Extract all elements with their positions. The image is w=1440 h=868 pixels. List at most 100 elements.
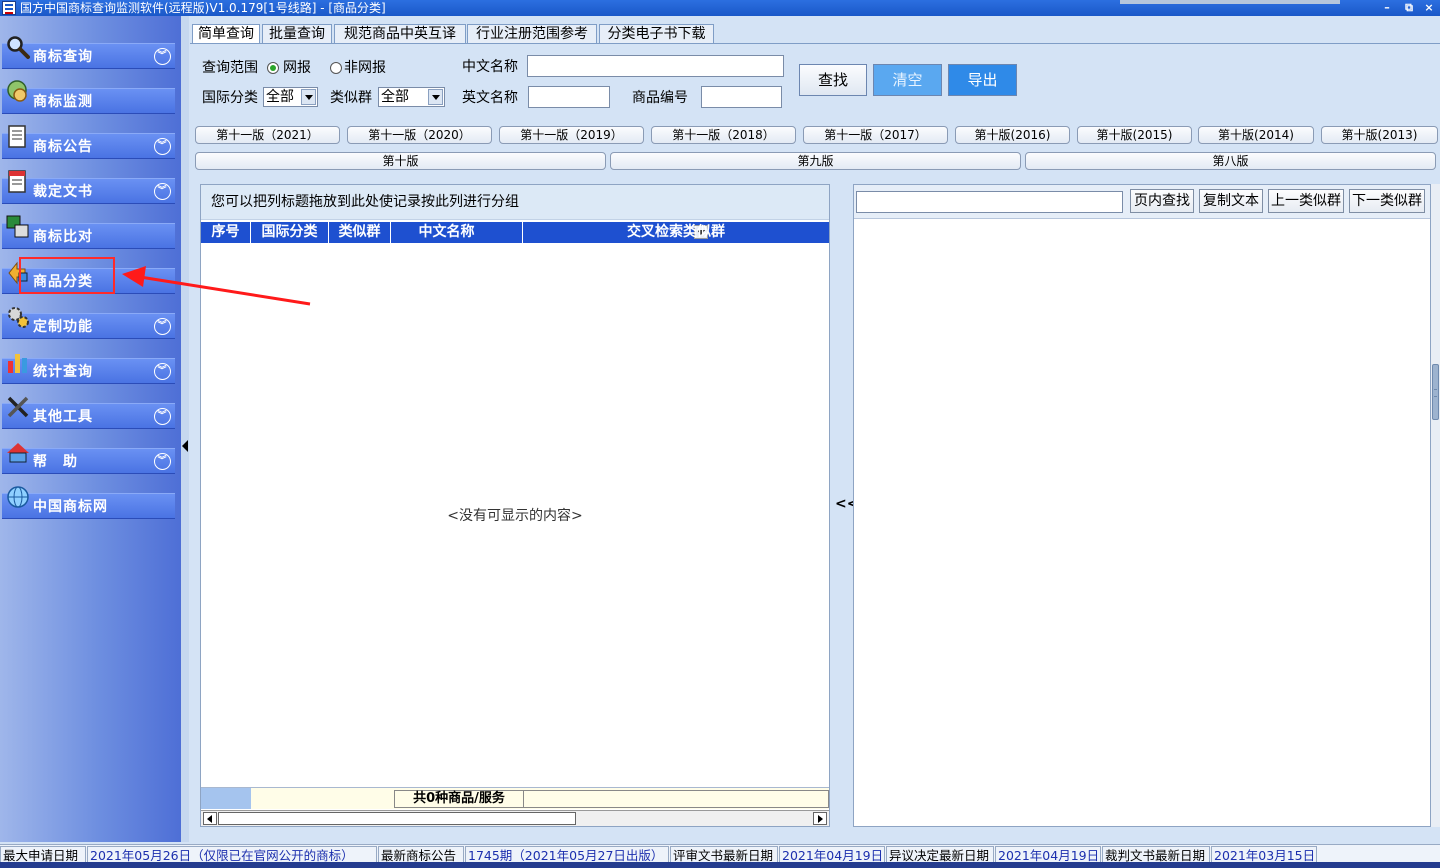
version-button[interactable]: 第十一版（2017） (803, 126, 948, 144)
sidebar-splitter[interactable] (181, 16, 189, 842)
copy-text-button[interactable]: 复制文本 (1199, 189, 1263, 213)
prev-group-button[interactable]: 上一类似群 (1268, 189, 1344, 213)
sidebar-item-statistics[interactable]: 统计查询 ︾ (2, 354, 175, 384)
scroll-right-icon[interactable] (813, 812, 827, 825)
tools-icon (7, 396, 29, 418)
intl-class-select[interactable]: 全部 (263, 87, 318, 107)
clear-button[interactable]: 清空 (873, 64, 942, 96)
version-button[interactable]: 第十版 (195, 152, 606, 170)
export-button[interactable]: 导出 (948, 64, 1017, 96)
status-value: 1745期（2021年05月27日出版） (465, 846, 669, 863)
en-name-input[interactable] (528, 86, 610, 108)
grid-header: 序号 国际分类 类似群 中文名称 交叉检索类似群 (201, 222, 829, 243)
sidebar-item-label: 中国商标网 (33, 499, 108, 515)
monitor-globe-icon (7, 80, 27, 102)
globe-icon (7, 486, 29, 508)
vertical-scrollbar[interactable] (1431, 184, 1440, 827)
status-label: 异议决定最新日期 (886, 846, 994, 863)
gears-icon (8, 307, 29, 328)
scope-online-label[interactable]: 网报 (283, 59, 311, 77)
status-label: 最大申请日期 (0, 846, 86, 863)
find-in-page-button[interactable]: 页内查找 (1130, 189, 1194, 213)
tab-simple-search[interactable]: 简单查询 (192, 24, 260, 44)
horizontal-scrollbar[interactable] (201, 810, 829, 826)
pane-splitter[interactable]: << (834, 184, 858, 827)
version-button[interactable]: 第十版(2014) (1198, 126, 1314, 144)
chevron-down-icon[interactable]: ︾ (154, 138, 171, 155)
tab-translation[interactable]: 规范商品中英互译 (334, 24, 466, 43)
notice-document-icon (8, 125, 26, 148)
document-icon (8, 170, 26, 193)
sidebar-item-trademark-notice[interactable]: 商标公告 ︾ (2, 125, 175, 159)
sidebar-item-help[interactable]: 帮 助 ︾ (2, 443, 175, 474)
version-button[interactable]: 第十一版（2018） (651, 126, 796, 144)
tab-ebook-download[interactable]: 分类电子书下载 (599, 24, 714, 43)
scroll-thumb[interactable] (218, 812, 576, 825)
status-value: 2021年04月19日 (779, 846, 885, 863)
collapse-left-icon[interactable] (182, 440, 188, 452)
scroll-left-icon[interactable] (203, 812, 217, 825)
scope-offline-label[interactable]: 非网报 (344, 59, 386, 77)
restore-icon[interactable]: ⧉ (1400, 0, 1418, 16)
page-search-input[interactable] (856, 191, 1123, 213)
version-button[interactable]: 第十一版（2020） (347, 126, 492, 144)
sidebar-item-trademark-search[interactable]: 商标查询 ︾ (2, 36, 175, 69)
sidebar-item-label: 商标比对 (33, 229, 93, 245)
version-button[interactable]: 第九版 (610, 152, 1021, 170)
cn-name-input[interactable] (527, 55, 784, 77)
scroll-thumb[interactable] (1432, 364, 1439, 420)
col-cross-search[interactable]: 交叉检索类似群 (523, 222, 829, 243)
sidebar-item-label: 商标公告 (33, 139, 93, 155)
help-house-icon (7, 443, 29, 463)
chevron-down-icon[interactable] (428, 89, 443, 105)
version-button[interactable]: 第十一版（2021） (195, 126, 340, 144)
version-button[interactable]: 第十版(2015) (1077, 126, 1192, 144)
sidebar-item-label: 其他工具 (33, 409, 93, 425)
chevron-down-icon[interactable] (301, 89, 316, 105)
taskbar (0, 862, 1440, 868)
highlight-box (19, 257, 115, 294)
compare-windows-icon (6, 215, 29, 238)
product-code-input[interactable] (701, 86, 782, 108)
similar-group-select[interactable]: 全部 (378, 87, 445, 107)
col-similar-group[interactable]: 类似群 (329, 222, 391, 243)
chevron-down-icon[interactable]: ︾ (154, 453, 171, 470)
annotation-arrow-icon (122, 266, 311, 306)
chevron-down-icon[interactable]: ︾ (154, 408, 171, 425)
chevron-down-icon[interactable]: ︾ (154, 183, 171, 200)
sidebar-item-custom-functions[interactable]: 定制功能 ︾ (2, 307, 175, 339)
product-code-label: 商品编号 (632, 90, 688, 106)
col-intl-class[interactable]: 国际分类 (251, 222, 329, 243)
chevron-down-icon[interactable]: ︾ (154, 48, 171, 65)
close-icon[interactable]: × (1420, 0, 1438, 16)
sidebar-item-label: 定制功能 (33, 319, 93, 335)
next-group-button[interactable]: 下一类似群 (1349, 189, 1425, 213)
chevron-down-icon[interactable]: ︾ (154, 318, 171, 335)
sidebar-item-china-trademark-site[interactable]: 中国商标网 (2, 486, 175, 519)
scope-label: 查询范围 (202, 60, 258, 76)
sidebar-item-trademark-compare[interactable]: 商标比对 (2, 215, 175, 249)
sidebar-item-ruling-documents[interactable]: 裁定文书 ︾ (2, 170, 175, 204)
similar-group-value: 全部 (381, 89, 409, 105)
scope-offline-radio[interactable] (330, 62, 342, 74)
sidebar-item-trademark-monitor[interactable]: 商标监测 (2, 80, 175, 114)
tab-batch-search[interactable]: 批量查询 (262, 24, 332, 43)
scope-online-radio[interactable] (267, 62, 279, 74)
empty-message: <没有可显示的内容> (447, 508, 583, 524)
chevron-down-icon[interactable]: ︾ (154, 363, 171, 380)
sidebar: 商标查询 ︾ 商标监测 商标公告 ︾ 裁定文书 ︾ 商标比对 商品分类 定制功能… (0, 16, 181, 842)
status-label: 评审文书最新日期 (670, 846, 778, 863)
minimize-icon[interactable]: – (1378, 0, 1396, 16)
version-button[interactable]: 第八版 (1025, 152, 1436, 170)
group-by-hint[interactable]: 您可以把列标题拖放到此处使记录按此列进行分组 (201, 185, 829, 220)
version-button[interactable]: 第十版(2016) (955, 126, 1070, 144)
version-button[interactable]: 第十一版（2019） (499, 126, 644, 144)
search-button[interactable]: 查找 (799, 64, 867, 96)
sidebar-item-other-tools[interactable]: 其他工具 ︾ (2, 396, 175, 429)
version-button[interactable]: 第十版(2013) (1321, 126, 1438, 144)
similar-group-label: 类似群 (330, 90, 372, 106)
col-cn-name[interactable]: 中文名称 (391, 222, 708, 243)
col-index[interactable]: 序号 (201, 222, 251, 243)
tab-industry-reference[interactable]: 行业注册范围参考 (467, 24, 597, 43)
status-value: 2021年05月26日（仅限已在官网公开的商标） (87, 846, 377, 863)
